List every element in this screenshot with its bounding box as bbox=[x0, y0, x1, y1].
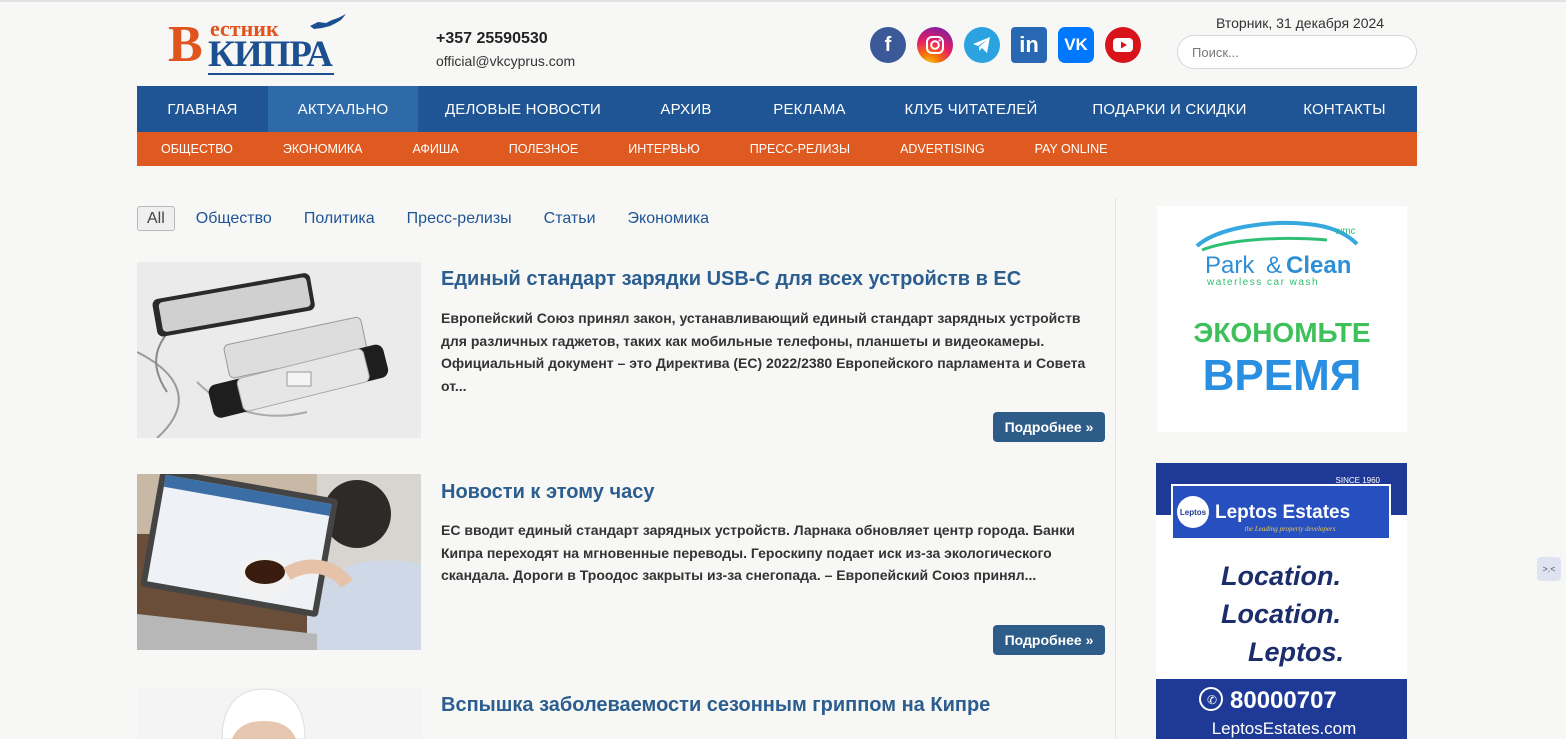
filter-press-releases[interactable]: Пресс-релизы bbox=[407, 210, 512, 228]
article-excerpt: ЕС вводит единый стандарт зарядных устро… bbox=[441, 522, 1075, 583]
ad-park-clean[interactable]: wmc Park & Clean waterless car wash ЭКОН… bbox=[1157, 206, 1407, 432]
subnav-item-society[interactable]: ОБЩЕСТВО bbox=[161, 132, 233, 166]
article-thumbnail[interactable] bbox=[137, 687, 421, 739]
nav-item-home[interactable]: ГЛАВНАЯ bbox=[137, 86, 268, 132]
ad2-line1: Location. bbox=[1221, 561, 1341, 591]
youtube-icon[interactable] bbox=[1105, 27, 1141, 63]
contact-email[interactable]: official@vkcyprus.com bbox=[436, 53, 575, 69]
instagram-icon[interactable] bbox=[917, 27, 953, 63]
ad2-since: SINCE 1960 bbox=[1336, 476, 1381, 485]
ad2-sub: the Leading property developers bbox=[1245, 525, 1336, 533]
subnav-item-interview[interactable]: ИНТЕРВЬЮ bbox=[628, 132, 700, 166]
ad1-tagline: waterless car wash bbox=[1206, 277, 1319, 288]
subnav-item-pay-online[interactable]: PAY ONLINE bbox=[1035, 132, 1108, 166]
subnav-item-afisha[interactable]: АФИША bbox=[413, 132, 459, 166]
filter-politics[interactable]: Политика bbox=[304, 210, 375, 228]
social-links: f in VK bbox=[870, 27, 1141, 63]
current-date: Вторник, 31 декабря 2024 bbox=[1216, 15, 1385, 31]
subnav-item-economy[interactable]: ЭКОНОМИКА bbox=[283, 132, 363, 166]
subnav-item-useful[interactable]: ПОЛЕЗНОЕ bbox=[509, 132, 578, 166]
ad2-line2: Location. bbox=[1221, 599, 1341, 629]
top-border bbox=[0, 0, 1566, 2]
nav-item-archive[interactable]: АРХИВ bbox=[628, 86, 744, 132]
ad2-line3: Leptos. bbox=[1248, 637, 1344, 667]
linkedin-icon[interactable]: in bbox=[1011, 27, 1047, 63]
article-thumbnail[interactable] bbox=[137, 474, 421, 650]
ad2-phone: 80000707 bbox=[1230, 687, 1337, 714]
nav-item-gifts[interactable]: ПОДАРКИ И СКИДКИ bbox=[1067, 86, 1272, 132]
nav-item-contacts[interactable]: КОНТАКТЫ bbox=[1272, 86, 1417, 132]
ad2-brand: Leptos Estates bbox=[1215, 502, 1350, 523]
logo-letter: В bbox=[168, 16, 203, 73]
side-widget-icon[interactable]: >.< bbox=[1537, 557, 1561, 581]
ad1-brand-amp: & bbox=[1266, 252, 1282, 279]
column-divider bbox=[1115, 198, 1116, 739]
cyprus-map-icon bbox=[310, 14, 346, 29]
read-more-button[interactable]: Подробнее » bbox=[993, 625, 1105, 655]
ad2-site: LeptosEstates.com bbox=[1212, 719, 1357, 738]
filter-society[interactable]: Общество bbox=[196, 210, 272, 228]
subnav-item-advertising[interactable]: ADVERTISING bbox=[900, 132, 985, 166]
read-more-button[interactable]: Подробнее » bbox=[993, 412, 1105, 442]
ad2-logo-badge: Leptos bbox=[1180, 508, 1207, 517]
ad1-brand-b: Clean bbox=[1286, 252, 1351, 279]
logo-line2: КИПРА bbox=[208, 34, 333, 75]
article-title[interactable]: Единый стандарт зарядки USB-C для всех у… bbox=[441, 268, 1021, 291]
ad1-brand-a: Park bbox=[1205, 252, 1255, 279]
article-thumbnail[interactable] bbox=[137, 262, 421, 438]
category-filters: All Общество Политика Пресс-релизы Стать… bbox=[137, 206, 741, 231]
sub-navigation: ОБЩЕСТВО ЭКОНОМИКА АФИША ПОЛЕЗНОЕ ИНТЕРВ… bbox=[137, 132, 1417, 166]
article-title[interactable]: Новости к этому часу bbox=[441, 481, 654, 504]
main-navigation: ГЛАВНАЯ АКТУАЛЬНО ДЕЛОВЫЕ НОВОСТИ АРХИВ … bbox=[137, 86, 1417, 132]
filter-economy[interactable]: Экономика bbox=[628, 210, 710, 228]
ad1-line1: ЭКОНОМЬТЕ bbox=[1193, 317, 1370, 348]
search-input[interactable] bbox=[1177, 35, 1417, 69]
nav-item-actual[interactable]: АКТУАЛЬНО bbox=[268, 86, 418, 132]
ad-leptos-estates[interactable]: SINCE 1960 Leptos Leptos Estates the Lea… bbox=[1156, 463, 1407, 739]
svg-text:✆: ✆ bbox=[1207, 693, 1217, 707]
facebook-icon[interactable]: f bbox=[870, 27, 906, 63]
vk-icon[interactable]: VK bbox=[1058, 27, 1094, 63]
nav-item-business-news[interactable]: ДЕЛОВЫЕ НОВОСТИ bbox=[418, 86, 628, 132]
article-excerpt: Европейский Союз принял закон, устанавли… bbox=[441, 310, 1086, 394]
filter-all-button[interactable]: All bbox=[137, 206, 175, 231]
article-title[interactable]: Вспышка заболеваемости сезонным гриппом … bbox=[441, 694, 990, 717]
nav-item-advertising[interactable]: РЕКЛАМА bbox=[744, 86, 875, 132]
site-logo[interactable]: В естник КИПРА bbox=[168, 14, 348, 76]
nav-item-readers-club[interactable]: КЛУБ ЧИТАТЕЛЕЙ bbox=[875, 86, 1067, 132]
ad1-line2: ВРЕМЯ bbox=[1203, 351, 1362, 400]
logo-underline bbox=[208, 73, 334, 75]
subnav-item-press-releases[interactable]: ПРЕСС-РЕЛИЗЫ bbox=[750, 132, 850, 166]
telegram-icon[interactable] bbox=[964, 27, 1000, 63]
filter-articles[interactable]: Статьи bbox=[544, 210, 596, 228]
contact-phone[interactable]: +357 25590530 bbox=[436, 30, 548, 48]
ad1-wm-text: wmc bbox=[1334, 226, 1356, 237]
